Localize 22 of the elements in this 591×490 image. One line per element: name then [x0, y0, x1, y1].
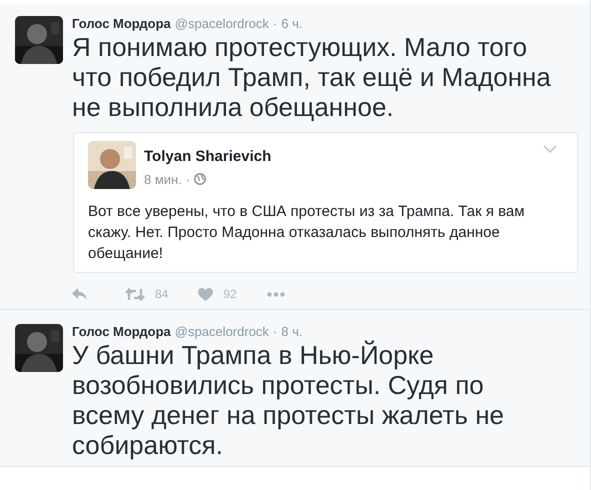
tweet-text: У башни Трампа в Нью-Йорке возобновились протесты. Судя по всему денег на протесты жалеть не собираются.: [72, 340, 506, 460]
post-text: Вот все уверены, что в США протесты из за Трампа. Так я вам скажу. Нет. Просто Мадонна отказалась выполнять данное обещание!: [88, 202, 526, 264]
post-author-name[interactable]: Tolyan Sharievich: [144, 148, 272, 164]
timestamp[interactable]: 6 ч.: [281, 16, 302, 32]
reply-button[interactable]: [72, 288, 87, 300]
author-handle[interactable]: @spacelordrock: [174, 324, 269, 340]
post-time[interactable]: 8 мин.: [144, 172, 182, 186]
separator: ·: [272, 324, 278, 340]
retweet-button[interactable]: 84: [125, 287, 168, 301]
timestamp[interactable]: 8 ч.: [281, 324, 302, 340]
author-name[interactable]: Голос Мордора: [72, 16, 171, 32]
globe-icon: [194, 173, 206, 185]
more-button[interactable]: [266, 292, 285, 296]
heart-icon[interactable]: [198, 288, 214, 300]
tweet-text: Я понимаю протестующих. Мало того что победил Трамп, так ещё и Мадонна не выполнила обещанное.: [72, 32, 552, 122]
chevron-down-icon[interactable]: [543, 145, 557, 154]
author-handle[interactable]: @spacelordrock: [174, 16, 269, 32]
like-button[interactable]: 92: [198, 287, 237, 301]
separator: ·: [272, 16, 278, 32]
retweet-icon[interactable]: [125, 288, 145, 300]
author-name[interactable]: Голос Мордора: [72, 324, 171, 340]
separator: ·: [186, 172, 190, 186]
